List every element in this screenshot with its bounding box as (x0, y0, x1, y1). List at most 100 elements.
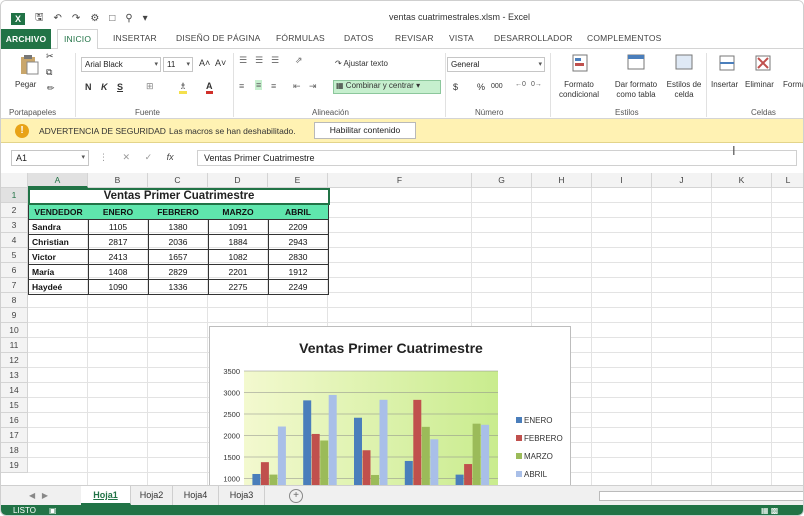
vendor-name-cell[interactable]: Sandra (28, 220, 89, 235)
vendor-name-cell[interactable]: María (28, 265, 89, 280)
align-center-icon[interactable]: ≡ (255, 80, 263, 90)
cell-styles-button[interactable]: Estilos de celda (665, 80, 703, 100)
align-middle-icon[interactable]: ☰ (255, 55, 263, 66)
column-header-f[interactable]: F (328, 173, 472, 188)
shrink-font-icon[interactable]: A˅ (215, 58, 226, 68)
enable-content-button[interactable]: Habilitar contenido (314, 122, 416, 139)
column-header-k[interactable]: K (712, 173, 772, 188)
column-header-g[interactable]: G (472, 173, 532, 188)
row-header-19[interactable]: 19 (1, 458, 28, 473)
column-header-e[interactable]: E (268, 173, 328, 188)
insert-cells-button[interactable]: Insertar (711, 80, 738, 90)
row-header-4[interactable]: 4 (1, 233, 28, 248)
currency-button[interactable]: $ (453, 82, 458, 92)
column-header-a[interactable]: A (28, 173, 88, 188)
sheet-nav-arrows[interactable]: ◀ ▶ (29, 491, 48, 500)
row-header-3[interactable]: 3 (1, 218, 28, 233)
sales-value-cell[interactable]: 2817 (88, 235, 149, 250)
decrease-indent-icon[interactable]: ⇤ (293, 81, 301, 92)
sales-value-cell[interactable]: 1105 (88, 220, 149, 235)
sales-value-cell[interactable]: 1091 (208, 220, 269, 235)
sales-value-cell[interactable]: 2943 (268, 235, 329, 250)
delete-cells-icon[interactable] (753, 53, 773, 75)
cut-icon[interactable]: ✂ (46, 51, 54, 62)
format-as-table-icon[interactable] (626, 53, 646, 75)
format-as-table-button[interactable]: Dar formato como tabla (609, 80, 663, 100)
italic-button[interactable]: K (101, 82, 108, 92)
sheet-tab-hoja4[interactable]: Hoja4 (173, 486, 219, 505)
formula-input[interactable]: Ventas Primer Cuatrimestre (197, 150, 797, 166)
font-size-select[interactable]: 11 ▾ (163, 57, 193, 72)
row-header-9[interactable]: 9 (1, 308, 28, 323)
tab-insertar[interactable]: INSERTAR (113, 33, 157, 43)
tab-complementos[interactable]: COMPLEMENTOS (587, 33, 662, 43)
row-header-7[interactable]: 7 (1, 278, 28, 293)
row-header-12[interactable]: 12 (1, 353, 28, 368)
select-all-corner[interactable] (1, 173, 28, 188)
row-header-14[interactable]: 14 (1, 383, 28, 398)
header-cell[interactable]: ENERO (88, 205, 149, 220)
row-header-10[interactable]: 10 (1, 323, 28, 338)
sales-value-cell[interactable]: 1336 (148, 280, 209, 295)
decrease-decimal-icon[interactable]: 0→ (531, 81, 542, 88)
align-top-icon[interactable]: ☰ (239, 55, 247, 66)
sales-value-cell[interactable]: 2036 (148, 235, 209, 250)
tab-vista[interactable]: VISTA (449, 33, 474, 43)
percent-button[interactable]: % (477, 82, 485, 92)
orientation-icon[interactable]: ⇗ (295, 55, 303, 66)
header-cell[interactable]: FEBRERO (148, 205, 209, 220)
row-header-1[interactable]: 1 (1, 188, 28, 203)
paste-button[interactable]: Pegar (15, 80, 36, 90)
sales-value-cell[interactable]: 1884 (208, 235, 269, 250)
format-cells-button[interactable]: Forma (783, 80, 803, 90)
redo-icon[interactable]: ↷ (72, 13, 80, 24)
tab-datos[interactable]: DATOS (344, 33, 374, 43)
copy-icon[interactable]: ⧉ (46, 67, 52, 78)
row-header-17[interactable]: 17 (1, 428, 28, 443)
tab-diseno-pagina[interactable]: DISEÑO DE PÁGINA (176, 33, 260, 43)
row-header-2[interactable]: 2 (1, 203, 28, 218)
view-buttons[interactable]: ▦ ▩ (761, 506, 778, 515)
sales-value-cell[interactable]: 1082 (208, 250, 269, 265)
sales-value-cell[interactable]: 2275 (208, 280, 269, 295)
font-color-icon[interactable]: A (206, 81, 213, 94)
header-cell[interactable]: MARZO (208, 205, 269, 220)
paste-icon[interactable] (19, 53, 39, 75)
sales-value-cell[interactable]: 2249 (268, 280, 329, 295)
row-header-5[interactable]: 5 (1, 248, 28, 263)
number-format-select[interactable]: General ▾ (447, 57, 545, 72)
customize-toolbar-icon[interactable]: ▾ (143, 13, 148, 24)
tab-archivo[interactable]: ARCHIVO (1, 29, 51, 49)
sales-value-cell[interactable]: 1657 (148, 250, 209, 265)
new-file-icon[interactable]: □ (109, 13, 115, 24)
tab-formulas[interactable]: FÓRMULAS (276, 33, 325, 43)
underline-button[interactable]: S (117, 82, 123, 92)
row-header-15[interactable]: 15 (1, 398, 28, 413)
cancel-icon[interactable]: ✕ (123, 152, 131, 162)
tab-revisar[interactable]: REVISAR (395, 33, 434, 43)
name-box[interactable]: A1 ▾ (11, 150, 89, 166)
row-header-13[interactable]: 13 (1, 368, 28, 383)
row-header-18[interactable]: 18 (1, 443, 28, 458)
insert-cells-icon[interactable] (717, 53, 737, 75)
row-header-11[interactable]: 11 (1, 338, 28, 353)
sales-value-cell[interactable]: 2830 (268, 250, 329, 265)
bold-button[interactable]: N (85, 82, 92, 92)
insert-function-button[interactable]: fx (167, 152, 174, 162)
column-header-j[interactable]: J (652, 173, 712, 188)
increase-indent-icon[interactable]: ⇥ (309, 81, 317, 92)
tab-inicio[interactable]: INICIO (57, 29, 99, 50)
sheet-title-cell[interactable]: Ventas Primer Cuatrimestre (28, 188, 330, 205)
fill-color-icon[interactable]: ♗ (179, 81, 188, 94)
column-header-i[interactable]: I (592, 173, 652, 188)
sales-value-cell[interactable]: 2413 (88, 250, 149, 265)
conditional-format-button[interactable]: Formato condicional (554, 80, 604, 100)
column-header-d[interactable]: D (208, 173, 268, 188)
delete-cells-button[interactable]: Eliminar (745, 80, 774, 90)
align-left-icon[interactable]: ≡ (239, 81, 244, 91)
save-icon[interactable]: 🖫 (35, 10, 44, 27)
column-header-l[interactable]: L (772, 173, 803, 188)
sheet-tab-hoja2[interactable]: Hoja2 (131, 486, 173, 505)
font-name-select[interactable]: Arial Black ▾ (81, 57, 161, 72)
conditional-format-icon[interactable] (571, 53, 591, 75)
